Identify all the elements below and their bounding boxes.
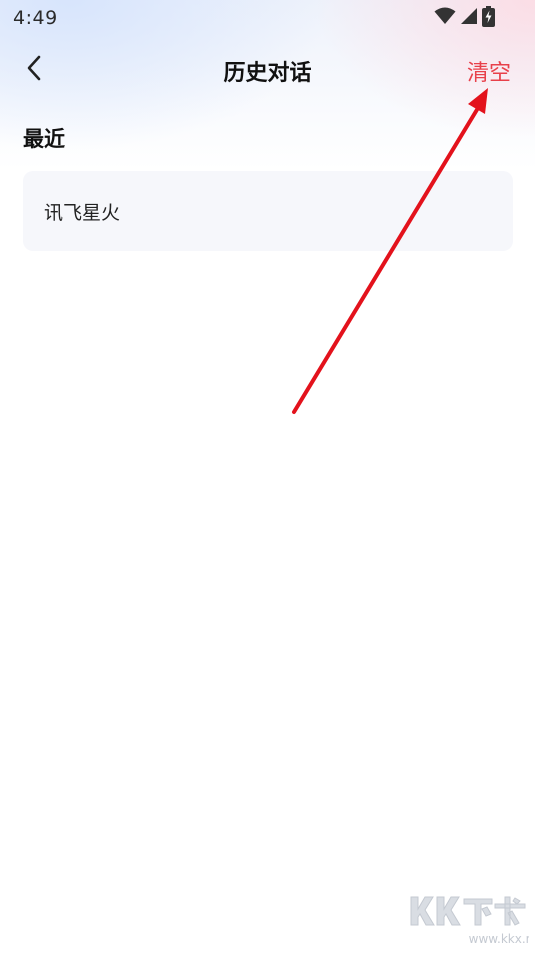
status-icons (434, 5, 495, 31)
kk-download-logo: www.kkx.net (410, 896, 535, 946)
navigation-bar: 历史对话 清空 (0, 44, 535, 96)
watermark-url: www.kkx.net (469, 932, 529, 946)
battery-charging-icon (482, 5, 495, 31)
section-title-recent: 最近 (23, 127, 65, 151)
page-title: 历史对话 (223, 61, 312, 86)
kk-download-watermark: www.kkx.net (407, 891, 535, 949)
status-bar: 4:49 (0, 0, 535, 36)
cellular-signal-icon (460, 7, 478, 29)
history-list: 讯飞星火 (23, 171, 513, 251)
history-item-label: 讯飞星火 (44, 201, 121, 224)
status-time: 4:49 (13, 7, 58, 29)
clear-history-button[interactable]: 清空 (467, 55, 511, 87)
history-item[interactable]: 讯飞星火 (23, 171, 513, 251)
wifi-icon (434, 7, 456, 29)
